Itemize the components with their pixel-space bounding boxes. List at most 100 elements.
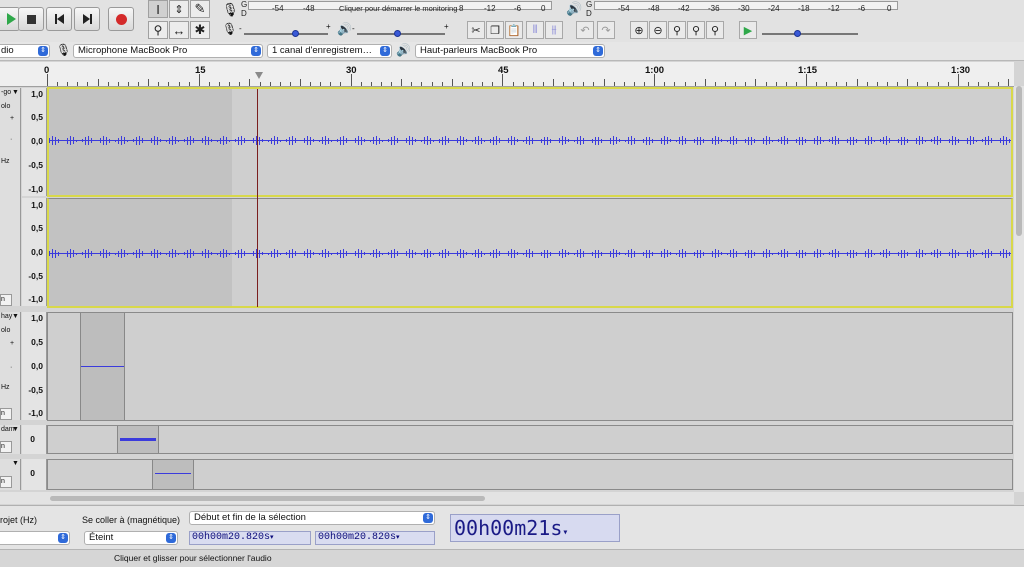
waveform-spike: [118, 137, 119, 144]
collapse-track-button[interactable]: n: [0, 441, 12, 453]
waveform-spike: [502, 253, 503, 254]
track-control-panel[interactable]: -go ▼ olo + · Hz n: [0, 88, 21, 306]
track-waveform[interactable]: [47, 459, 1013, 490]
waveform-spike: [148, 140, 149, 141]
copy-button[interactable]: ❐: [486, 21, 504, 39]
audio-clip[interactable]: [80, 313, 125, 420]
amplitude-scale[interactable]: 0: [22, 459, 47, 490]
recording-device-select[interactable]: Microphone MacBook Pro ⇕: [73, 44, 263, 58]
track-name-button[interactable]: hay: [1, 313, 12, 320]
track-control-panel[interactable]: dam ▼ n: [0, 425, 21, 454]
record-volume-slider[interactable]: [244, 33, 328, 35]
waveform-spike: [277, 137, 278, 144]
waveform-spike: [208, 249, 209, 258]
waveform-spike: [310, 249, 311, 258]
waveform-spike: [106, 136, 107, 145]
record-button[interactable]: [108, 7, 134, 31]
selection-end-time[interactable]: 00h00m20.820s▾: [315, 531, 435, 545]
collapse-track-button[interactable]: n: [0, 476, 12, 488]
waveform-channel-left[interactable]: [47, 87, 1013, 197]
stop-button[interactable]: [18, 7, 44, 31]
amplitude-scale[interactable]: 1,0 0,5 0,0 -0,5 -1,0: [22, 198, 47, 306]
fit-project-button[interactable]: ⚲: [687, 21, 705, 39]
waveform-spike: [748, 136, 749, 145]
play-at-speed-button[interactable]: ▶: [739, 21, 757, 39]
chevron-down-icon[interactable]: ▾: [270, 534, 274, 542]
horizontal-scroll-thumb[interactable]: [50, 496, 485, 501]
play-button[interactable]: [0, 7, 20, 31]
undo-button[interactable]: ↶: [576, 21, 594, 39]
chevron-down-icon[interactable]: ▼: [12, 426, 19, 433]
amplitude-scale[interactable]: 0: [22, 425, 47, 454]
draw-tool-button[interactable]: ✎: [190, 0, 210, 18]
waveform-spike: [79, 253, 80, 254]
record-volume-knob[interactable]: [292, 30, 299, 37]
horizontal-scrollbar[interactable]: [0, 492, 1014, 504]
track-name-button[interactable]: -go: [1, 89, 11, 96]
chevron-down-icon[interactable]: ▼: [12, 89, 19, 96]
slider-max-icon: +: [326, 22, 331, 31]
zoom-in-button[interactable]: ⊕: [630, 21, 648, 39]
play-speed-slider[interactable]: [762, 33, 858, 35]
paste-button[interactable]: 📋: [505, 21, 523, 39]
recording-channels-select[interactable]: 1 canal d'enregistrem… ⇕: [267, 44, 392, 58]
audio-clip[interactable]: [117, 426, 159, 453]
selection-start-time[interactable]: 00h00m20.820s▾: [189, 531, 311, 545]
amplitude-scale[interactable]: 1,0 0,5 0,0 -0,5 -1,0: [22, 312, 47, 420]
track-waveform[interactable]: [47, 425, 1013, 454]
play-speed-knob[interactable]: [794, 30, 801, 37]
envelope-tool-button[interactable]: ⇕: [169, 0, 189, 18]
silence-audio-icon: ⫵: [551, 23, 557, 36]
amplitude-scale[interactable]: 1,0 0,5 0,0 -0,5 -1,0: [22, 88, 47, 196]
zoom-in-icon: ⊕: [634, 24, 644, 37]
skip-to-end-button[interactable]: [74, 7, 100, 31]
cut-button[interactable]: ✂: [467, 21, 485, 39]
chevron-down-icon[interactable]: ▼: [12, 313, 19, 320]
timeline-ruler[interactable]: 0 15 30 45 1:00 1:15 1:30: [0, 62, 1014, 87]
playback-device-value: Haut-parleurs MacBook Pro: [420, 45, 538, 56]
ruler-tick: [300, 79, 301, 86]
selection-tool-button[interactable]: I: [148, 0, 168, 18]
waveform-spike: [190, 249, 191, 258]
silence-button[interactable]: ⫵: [545, 21, 563, 39]
track-waveform[interactable]: [47, 312, 1013, 421]
solo-button[interactable]: olo: [1, 103, 10, 110]
timeshift-tool-button[interactable]: ↔: [169, 21, 189, 39]
audio-host-select[interactable]: dio ⇕: [0, 44, 50, 58]
waveform-spike: [931, 252, 932, 255]
fit-selection-button[interactable]: ⚲: [668, 21, 686, 39]
waveform-spike: [622, 253, 623, 254]
zoom-tool-button[interactable]: ⚲: [148, 21, 168, 39]
waveform-spike: [655, 140, 656, 141]
chevron-down-icon[interactable]: ▾: [562, 527, 568, 538]
waveform-spike: [715, 249, 716, 258]
solo-button[interactable]: olo: [1, 327, 10, 334]
waveform-spike: [511, 136, 512, 145]
playback-device-select[interactable]: Haut-parleurs MacBook Pro ⇕: [415, 44, 605, 58]
trim-button[interactable]: ⫴: [526, 21, 544, 39]
collapse-track-button[interactable]: n: [0, 408, 12, 420]
zoom-out-button[interactable]: ⊖: [649, 21, 667, 39]
waveform-spike: [670, 139, 671, 142]
collapse-track-button[interactable]: n: [0, 294, 12, 306]
zoom-toggle-button[interactable]: ⚲: [706, 21, 724, 39]
vertical-scroll-thumb[interactable]: [1016, 86, 1022, 236]
snap-to-select[interactable]: Éteint ⇕: [84, 531, 178, 545]
audio-clip[interactable]: [152, 460, 194, 489]
playback-volume-slider[interactable]: [357, 33, 445, 35]
skip-to-start-button[interactable]: [46, 7, 72, 31]
selection-mode-select[interactable]: Début et fin de la sélection ⇕: [189, 511, 435, 525]
ruler-tick: [279, 82, 281, 86]
audio-position-display[interactable]: 00h00m21s▾: [450, 514, 620, 542]
multi-tool-button[interactable]: ✱: [190, 21, 210, 39]
chevron-down-icon[interactable]: ▼: [12, 460, 19, 467]
playback-volume-knob[interactable]: [394, 30, 401, 37]
redo-button[interactable]: ↷: [597, 21, 615, 39]
vertical-scrollbar[interactable]: [1014, 86, 1024, 492]
record-meter-monitor-prompt[interactable]: Cliquer pour démarrer le monitoring: [339, 4, 457, 13]
waveform-channel-right[interactable]: [47, 198, 1013, 308]
chevron-down-icon[interactable]: ▾: [396, 534, 400, 542]
project-rate-select[interactable]: ⇕: [0, 531, 70, 545]
track-control-panel[interactable]: ▼ n: [0, 459, 21, 490]
track-control-panel[interactable]: hay ▼ olo + · Hz n: [0, 312, 21, 420]
